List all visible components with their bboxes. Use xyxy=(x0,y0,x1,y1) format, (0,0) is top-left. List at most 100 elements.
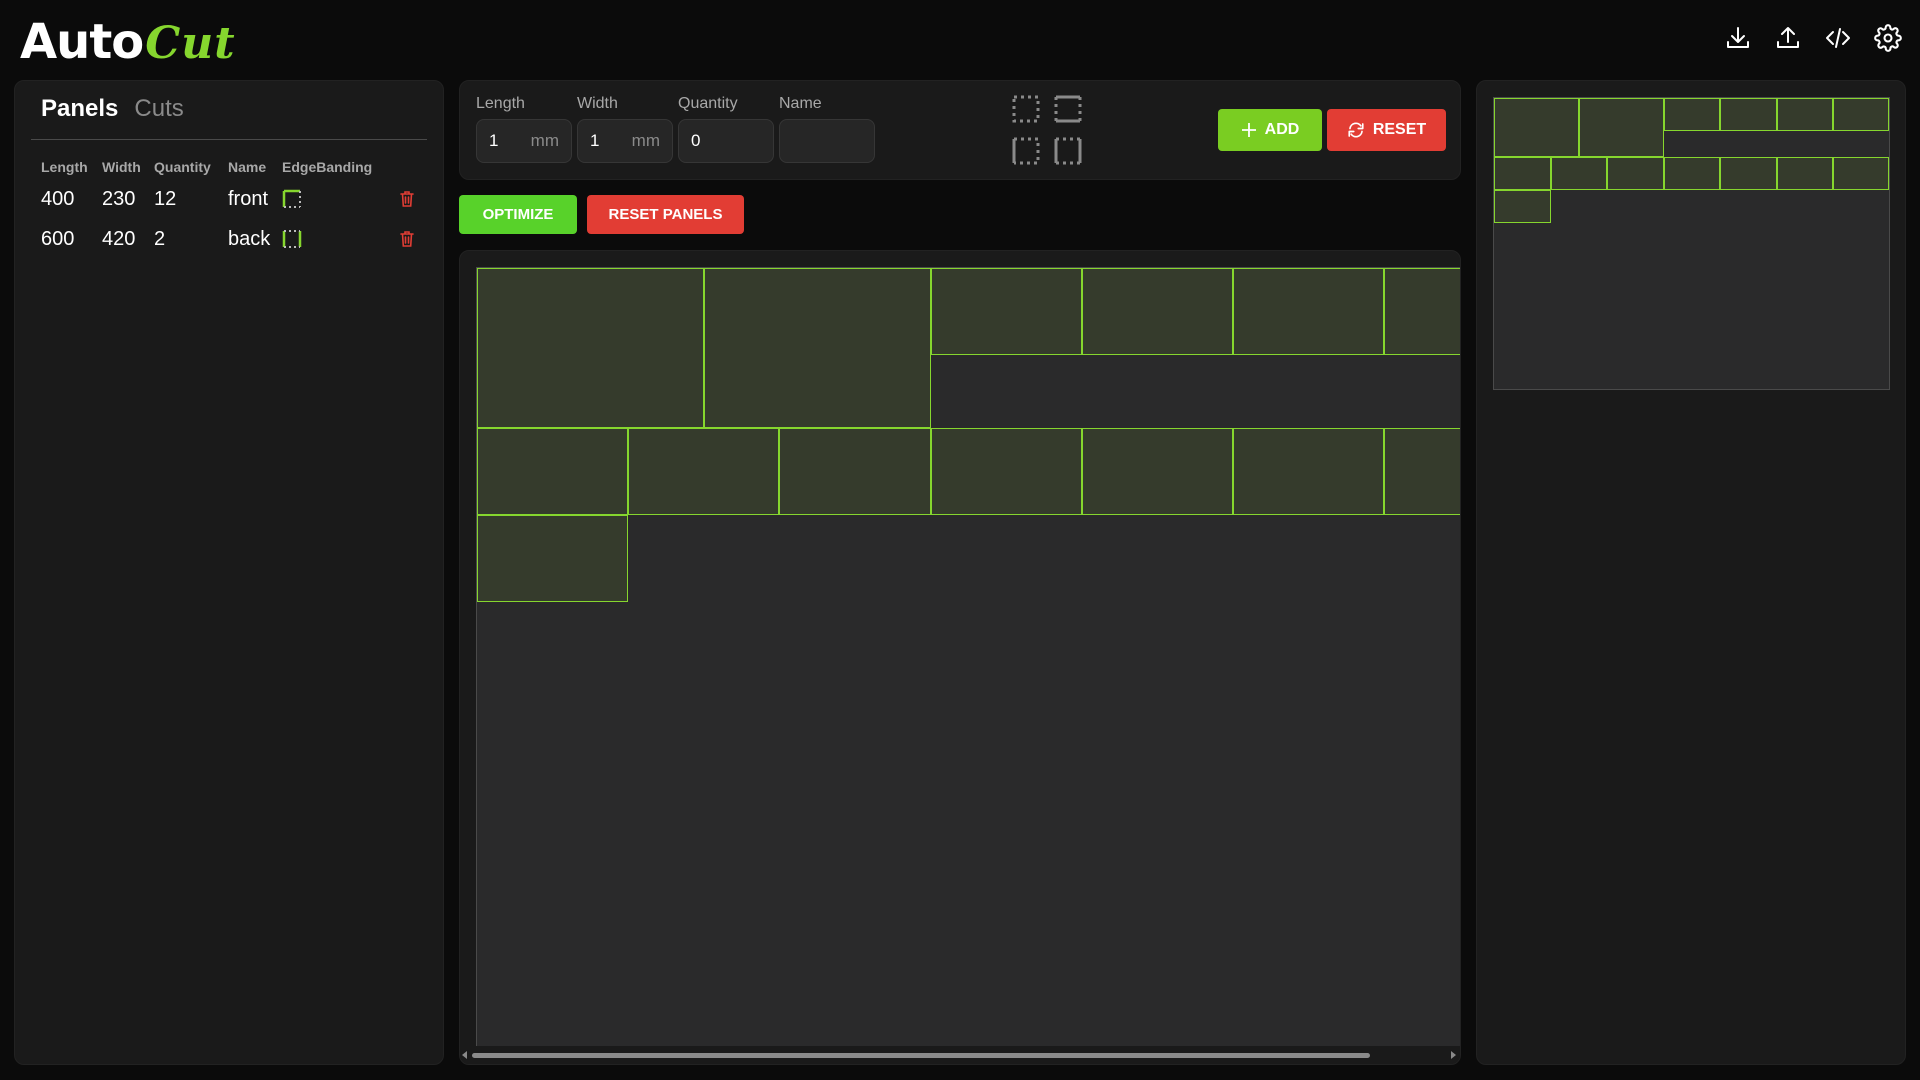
horizontal-scrollbar[interactable] xyxy=(460,1046,1460,1064)
thumb-panel-front xyxy=(1607,157,1664,190)
sheet xyxy=(476,267,1460,1052)
panel-front[interactable] xyxy=(779,428,931,515)
table-header: Length Width Quantity Name EdgeBanding xyxy=(41,155,431,179)
refresh-icon xyxy=(1348,122,1364,138)
panel-back[interactable] xyxy=(704,268,931,428)
panel-front[interactable] xyxy=(1082,268,1233,355)
scroll-right-icon[interactable] xyxy=(1451,1051,1456,1059)
edge-top-toggle-icon[interactable] xyxy=(1010,93,1042,125)
thumb-panel-front xyxy=(1720,98,1777,131)
quantity-input[interactable]: 0 xyxy=(678,119,774,163)
cell-name: front xyxy=(228,187,269,210)
quantity-value: 0 xyxy=(691,131,701,150)
tab-cuts[interactable]: Cuts xyxy=(134,95,183,123)
panel-front[interactable] xyxy=(1233,268,1384,355)
width-unit: mm xyxy=(631,131,660,150)
download-icon[interactable] xyxy=(1724,24,1752,52)
panel-front[interactable] xyxy=(477,428,628,515)
panel-front[interactable] xyxy=(1384,268,1460,355)
panels-sidebar: Panels Cuts Length Width Quantity Name E… xyxy=(14,80,444,1065)
add-label: ADD xyxy=(1264,121,1300,138)
thumb-panel-front xyxy=(1664,98,1720,131)
panel-front[interactable] xyxy=(1082,428,1233,515)
panels-table: Length Width Quantity Name EdgeBanding 4… xyxy=(41,155,431,259)
panel-back[interactable] xyxy=(477,268,704,428)
thumb-panel-front xyxy=(1777,157,1833,190)
logo-auto: Auto xyxy=(20,14,144,70)
logo-cut: Cut xyxy=(145,18,236,69)
quantity-label: Quantity xyxy=(678,95,738,112)
optimize-button[interactable]: OPTIMIZE xyxy=(459,195,577,234)
panel-front[interactable] xyxy=(477,515,628,602)
thumb-panel-front xyxy=(1720,157,1777,190)
thumb-panel-front xyxy=(1833,157,1889,190)
upload-icon[interactable] xyxy=(1774,24,1802,52)
sheet-thumbnail[interactable] xyxy=(1493,97,1890,390)
cutting-layout-canvas xyxy=(459,250,1461,1065)
gear-icon[interactable] xyxy=(1874,24,1902,52)
panel-front[interactable] xyxy=(1384,428,1460,515)
length-value: 1 xyxy=(489,131,499,150)
cell-edgebanding xyxy=(282,229,394,249)
width-input[interactable]: 1 mm xyxy=(577,119,673,163)
edge-left-toggle-icon[interactable] xyxy=(1010,135,1042,167)
thumb-panel-front xyxy=(1494,190,1551,223)
thumb-panel-front xyxy=(1777,98,1833,131)
width-label: Width xyxy=(577,95,618,112)
cell-name: back xyxy=(228,227,271,250)
reset-form-button[interactable]: RESET xyxy=(1327,109,1446,151)
cell-width: 420 xyxy=(102,227,136,250)
thumb-panel-back xyxy=(1494,98,1579,157)
scroll-left-icon[interactable] xyxy=(462,1051,467,1059)
panel-front[interactable] xyxy=(1233,428,1384,515)
edge-left-right-toggle-icon[interactable] xyxy=(1052,135,1084,167)
panel-front[interactable] xyxy=(931,428,1082,515)
edgebanding-top-left-icon[interactable] xyxy=(282,189,302,209)
header-name: Name xyxy=(228,159,267,175)
reset-panels-button[interactable]: RESET PANELS xyxy=(587,195,744,234)
name-label: Name xyxy=(779,95,822,112)
edgebanding-left-right-icon[interactable] xyxy=(282,229,302,249)
reset-label: RESET xyxy=(1372,121,1427,138)
panel-front[interactable] xyxy=(628,428,779,515)
delete-row-button[interactable] xyxy=(394,230,420,248)
thumb-panel-back xyxy=(1579,98,1664,157)
edgebanding-selector xyxy=(1010,93,1088,167)
cell-width: 230 xyxy=(102,187,136,210)
table-row: 600 420 2 back xyxy=(41,219,431,259)
thumb-panel-front xyxy=(1833,98,1889,131)
panel-input-form: Length 1 mm Width 1 mm Quantity 0 Name A… xyxy=(459,80,1461,180)
length-input[interactable]: 1 mm xyxy=(476,119,572,163)
trash-icon xyxy=(400,191,414,207)
header-toolbar xyxy=(1724,24,1902,52)
sheet-preview-panel xyxy=(1476,80,1906,1065)
app-logo: Auto Cut xyxy=(20,14,236,74)
trash-icon xyxy=(400,231,414,247)
thumb-panel-front xyxy=(1664,157,1720,190)
add-panel-button[interactable]: ADD xyxy=(1218,109,1322,151)
header-edgebanding: EdgeBanding xyxy=(282,159,373,175)
delete-row-button[interactable] xyxy=(394,190,420,208)
header-length: Length xyxy=(41,159,88,175)
cell-length: 600 xyxy=(41,227,75,250)
length-label: Length xyxy=(476,95,525,112)
width-value: 1 xyxy=(590,131,600,150)
cell-length: 400 xyxy=(41,187,75,210)
table-row: 400 230 12 front xyxy=(41,179,431,219)
cell-edgebanding xyxy=(282,189,394,209)
cell-quantity: 2 xyxy=(154,227,166,250)
sidebar-tabs: Panels Cuts xyxy=(41,95,184,123)
thumb-panel-front xyxy=(1551,157,1607,190)
code-icon[interactable] xyxy=(1824,24,1852,52)
header-width: Width xyxy=(102,159,141,175)
panel-front[interactable] xyxy=(931,268,1082,355)
edge-top-bottom-toggle-icon[interactable] xyxy=(1052,93,1084,125)
tab-divider xyxy=(31,139,427,140)
scrollbar-thumb[interactable] xyxy=(472,1053,1370,1058)
name-input[interactable] xyxy=(779,119,875,163)
length-unit: mm xyxy=(530,131,559,150)
header-quantity: Quantity xyxy=(154,159,211,175)
thumb-panel-front xyxy=(1494,157,1551,190)
tab-panels[interactable]: Panels xyxy=(41,95,118,123)
plus-icon xyxy=(1241,123,1256,137)
